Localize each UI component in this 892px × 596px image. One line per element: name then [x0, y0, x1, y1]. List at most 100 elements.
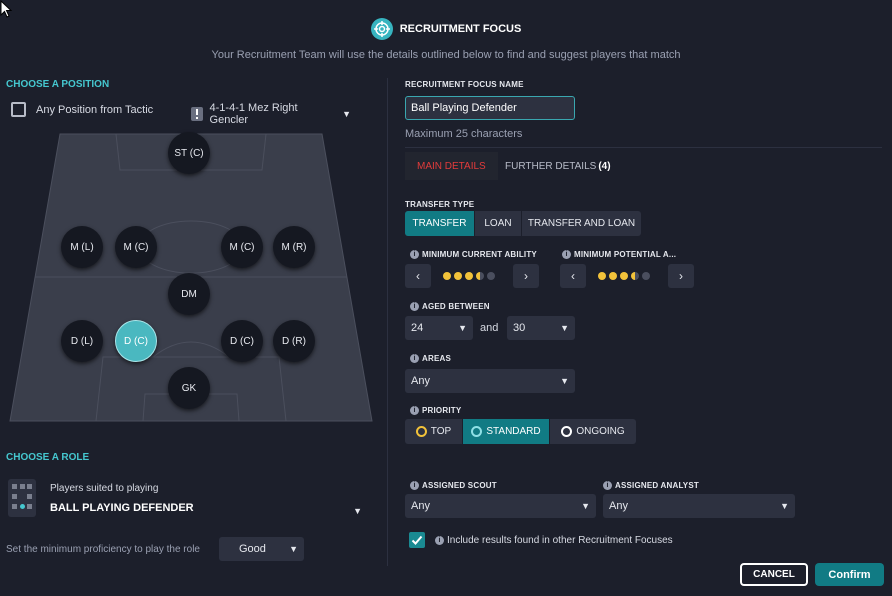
min-pa-increase-button[interactable]: › [668, 264, 694, 288]
age-from-dropdown[interactable]: 24 ▼ [405, 316, 473, 340]
star-icon [443, 272, 451, 280]
position-d-l[interactable]: D (L) [61, 320, 103, 362]
min-pa-heading: i MINIMUM POTENTIAL A... [562, 250, 676, 259]
age-to-dropdown[interactable]: 30 ▼ [507, 316, 575, 340]
tactic-selector[interactable]: 4-1-4-1 Mez Right Gencler ▼ [191, 102, 351, 126]
position-d-c-left[interactable]: D (C) [115, 320, 157, 362]
name-divider [405, 147, 882, 148]
transfer-option-transfer-and-loan[interactable]: TRANSFER AND LOAN [522, 211, 641, 236]
position-gk[interactable]: GK [168, 367, 210, 409]
target-gold-icon [415, 426, 427, 437]
age-and-label: and [480, 322, 499, 334]
focus-name-value: Ball Playing Defender [411, 102, 517, 114]
position-m-r[interactable]: M (R) [273, 226, 315, 268]
min-ca-decrease-button[interactable]: ‹ [405, 264, 431, 288]
position-d-c-right[interactable]: D (C) [221, 320, 263, 362]
areas-dropdown[interactable]: Any ▼ [405, 369, 575, 393]
role-suited-label: Players suited to playing [50, 482, 159, 494]
role-selector[interactable]: Players suited to playing BALL PLAYING D… [8, 476, 370, 520]
info-icon[interactable]: i [410, 250, 419, 259]
position-m-l[interactable]: M (L) [61, 226, 103, 268]
focus-name-hint: Maximum 25 characters [405, 128, 523, 140]
age-from-value: 24 [411, 322, 424, 334]
chevron-down-icon: ▼ [342, 109, 351, 119]
target-teal-icon [471, 426, 483, 437]
min-ca-increase-button[interactable]: › [513, 264, 539, 288]
scout-dropdown[interactable]: Any ▼ [405, 494, 596, 518]
tab-main-details[interactable]: MAIN DETAILS [405, 152, 498, 180]
info-icon[interactable]: i [410, 302, 419, 311]
priority-label: PRIORITY [422, 406, 462, 415]
any-position-row[interactable]: Any Position from Tactic [11, 102, 153, 117]
min-pa-stars [598, 272, 650, 280]
chevron-left-icon: ‹ [571, 269, 575, 283]
transfer-type-toggle: TRANSFER LOAN TRANSFER AND LOAN [405, 211, 641, 236]
recruitment-target-icon [370, 18, 393, 40]
position-m-c-right[interactable]: M (C) [221, 226, 263, 268]
min-pa-decrease-button[interactable]: ‹ [560, 264, 586, 288]
proficiency-label: Set the minimum proficiency to play the … [6, 544, 200, 555]
chevron-right-icon: › [524, 269, 528, 283]
confirm-button[interactable]: Confirm [815, 563, 884, 586]
chevron-down-icon: ▼ [560, 376, 569, 386]
min-pa-label: MINIMUM POTENTIAL A... [574, 250, 677, 259]
any-position-checkbox[interactable] [11, 102, 26, 117]
star-icon [620, 272, 628, 280]
info-icon[interactable]: i [410, 406, 419, 415]
any-position-label: Any Position from Tactic [36, 103, 154, 116]
role-value: BALL PLAYING DEFENDER [50, 501, 194, 514]
priority-option-standard-label: STANDARD [486, 426, 541, 437]
dialog-subtitle: Your Recruitment Team will use the detai… [211, 49, 681, 61]
target-white-icon [561, 426, 573, 437]
chevron-down-icon: ▼ [581, 501, 590, 511]
areas-heading: i AREAS [410, 354, 451, 363]
star-empty-icon [642, 272, 650, 280]
aged-heading: i AGED BETWEEN [410, 302, 490, 311]
include-results-label: Include results found in other Recruitme… [447, 534, 673, 546]
choose-role-heading: CHOOSE A ROLE [6, 452, 90, 463]
role-pitch-icon [8, 479, 36, 517]
info-icon[interactable]: i [410, 481, 419, 490]
star-half-icon [631, 272, 639, 280]
priority-heading: i PRIORITY [410, 406, 461, 415]
proficiency-dropdown[interactable]: Good ▼ [219, 537, 304, 561]
info-icon[interactable]: i [435, 535, 444, 545]
priority-toggle: TOP STANDARD ONGOING [405, 419, 636, 444]
position-d-r[interactable]: D (R) [273, 320, 315, 362]
tab-further-details-label: FURTHER DETAILS [505, 160, 597, 172]
info-icon[interactable]: i [410, 354, 419, 363]
priority-option-ongoing[interactable]: ONGOING [550, 419, 636, 444]
priority-option-top[interactable]: TOP [405, 419, 463, 444]
scout-label: ASSIGNED SCOUT [422, 481, 497, 490]
transfer-option-transfer[interactable]: TRANSFER [405, 211, 475, 236]
position-m-c-left[interactable]: M (C) [115, 226, 157, 268]
tab-further-details-badge: (4) [598, 160, 611, 172]
analyst-value: Any [609, 500, 628, 512]
include-results-checkbox[interactable] [409, 532, 425, 548]
tactic-icon [191, 107, 203, 121]
position-dm[interactable]: DM [168, 273, 210, 315]
proficiency-value: Good [239, 543, 266, 555]
dialog-title: RECRUITMENT FOCUS [399, 23, 522, 35]
tab-further-details[interactable]: FURTHER DETAILS (4) [505, 152, 611, 180]
cancel-button[interactable]: CANCEL [740, 563, 808, 586]
star-icon [454, 272, 462, 280]
focus-name-input[interactable]: Ball Playing Defender [405, 96, 575, 120]
choose-position-heading: CHOOSE A POSITION [6, 79, 110, 90]
tab-main-details-label: MAIN DETAILS [417, 160, 486, 172]
transfer-option-loan[interactable]: LOAN [475, 211, 522, 236]
analyst-dropdown[interactable]: Any ▼ [603, 494, 795, 518]
scout-value: Any [411, 500, 430, 512]
areas-label: AREAS [422, 354, 452, 363]
column-divider [387, 78, 388, 566]
include-results-row[interactable]: i Include results found in other Recruit… [409, 532, 673, 548]
chevron-down-icon: ▼ [458, 323, 467, 333]
analyst-heading: i ASSIGNED ANALYST [603, 481, 699, 490]
info-icon[interactable]: i [562, 250, 571, 259]
priority-option-top-label: TOP [430, 426, 452, 437]
scout-heading: i ASSIGNED SCOUT [410, 481, 497, 490]
star-icon [465, 272, 473, 280]
info-icon[interactable]: i [603, 481, 612, 490]
position-st-c[interactable]: ST (C) [168, 132, 210, 174]
priority-option-standard[interactable]: STANDARD [463, 419, 550, 444]
